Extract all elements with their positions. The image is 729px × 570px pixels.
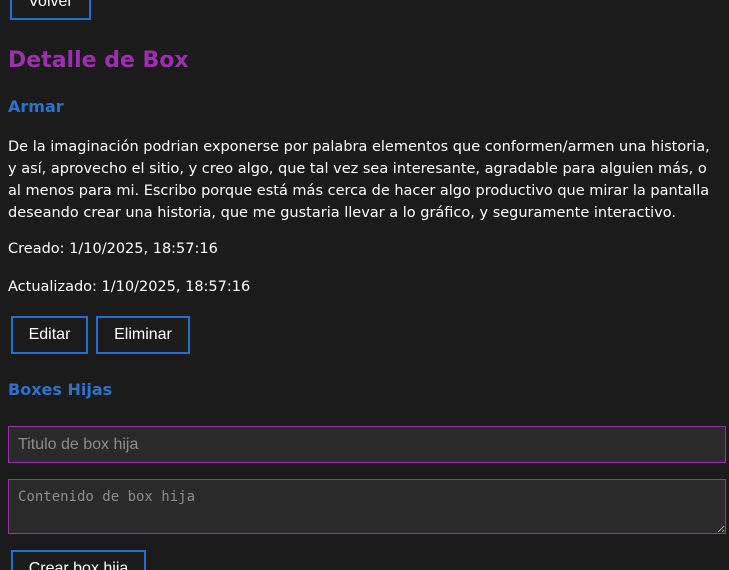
updated-value: 1/10/2025, 18:57:16 [101,279,251,295]
create-child-box-button[interactable]: Crear box hija [11,550,146,570]
child-content-input[interactable] [8,479,726,534]
updated-timestamp: Actualizado: 1/10/2025, 18:57:16 [8,276,250,298]
delete-button[interactable]: Eliminar [96,316,190,354]
created-timestamp: Creado: 1/10/2025, 18:57:16 [8,238,218,260]
created-label: Creado: [8,241,65,257]
page-title: Detalle de Box [8,48,189,73]
child-boxes-title: Boxes Hijas [8,380,113,399]
created-value: 1/10/2025, 18:57:16 [69,241,218,257]
box-content: De la imaginación podrian exponerse por … [8,139,710,221]
edit-button[interactable]: Editar [11,316,88,354]
box-title: Armar [8,97,64,116]
back-button[interactable]: Volver [10,0,91,20]
child-title-input[interactable] [8,426,726,463]
updated-label: Actualizado: [8,279,97,295]
